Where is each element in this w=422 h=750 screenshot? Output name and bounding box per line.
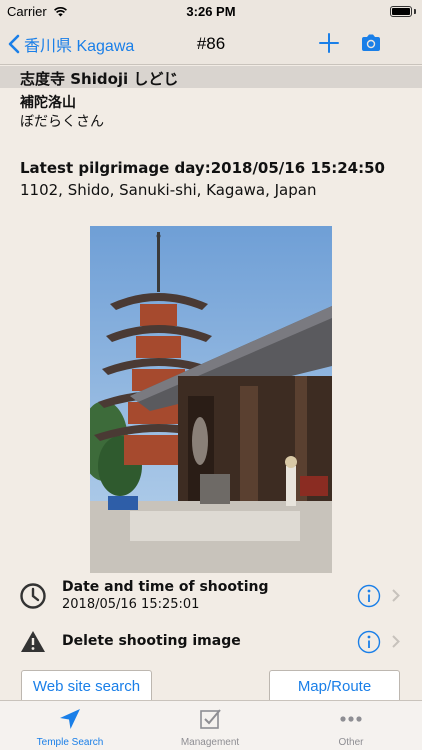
location-arrow-icon [60,709,80,729]
info-icon[interactable] [357,584,381,608]
chevron-right-icon [392,589,400,602]
tab-bar: Temple Search Management Other [0,700,422,750]
tab-temple-search[interactable]: Temple Search [0,701,140,750]
delete-image-row[interactable]: Delete shooting image [0,622,422,662]
checkbox-icon [200,709,221,729]
plus-icon[interactable] [318,32,340,54]
clock-icon [20,583,46,609]
clock: 3:26 PM [186,4,236,19]
camera-icon[interactable] [360,33,382,53]
tab-label: Temple Search [36,737,104,748]
temple-name-header: 志度寺 Shidoji しどじ [0,66,422,88]
info-icon[interactable] [357,630,381,654]
temple-sangou-reading: ぼだらくさん [20,114,104,130]
back-button-label: 香川県 Kagawa [24,38,135,55]
shooting-date-title: Date and time of shooting [62,579,269,595]
delete-image-title: Delete shooting image [62,633,241,649]
shooting-date-value: 2018/05/16 15:25:01 [62,597,200,612]
chevron-right-icon [392,635,400,648]
web-site-search-button[interactable]: Web site search [21,670,152,704]
tab-label: Management [180,737,240,748]
battery-icon [390,6,412,17]
tab-label: Other [338,737,364,748]
map-route-button[interactable]: Map/Route [269,670,400,704]
navigation-bar: 香川県 Kagawa #86 [0,24,422,65]
pagoda-image [90,226,332,573]
tab-other[interactable]: Other [281,701,421,750]
warning-icon [21,631,45,652]
chevron-left-icon [8,34,20,54]
tab-management[interactable]: Management [140,701,280,750]
status-bar: Carrier 3:26 PM [0,0,422,24]
temple-photo[interactable] [90,226,332,573]
more-dots-icon [340,716,362,722]
shooting-date-row[interactable]: Date and time of shooting 2018/05/16 15:… [0,576,422,616]
back-button[interactable]: 香川県 Kagawa [8,30,134,58]
latest-pilgrimage-day: Latest pilgrimage day:2018/05/16 15:24:5… [20,159,385,177]
temple-address: 1102, Shido, Sanuki-shi, Kagawa, Japan [20,181,317,199]
temple-sangou: 補陀洛山 [20,95,76,111]
